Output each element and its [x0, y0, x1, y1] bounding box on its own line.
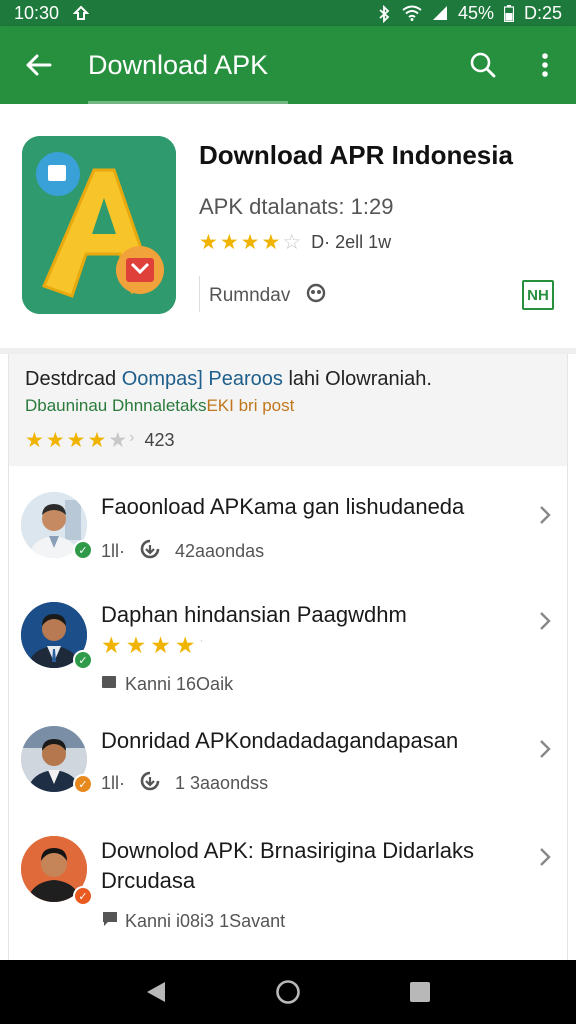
verified-check-icon: ✓	[73, 650, 93, 670]
signal-label: 1ll·	[101, 541, 126, 561]
star-icon: ★	[87, 429, 107, 452]
list-item-count: 42aaondas	[175, 541, 265, 561]
download-status-icon	[139, 770, 161, 797]
verified-check-icon: ✓	[73, 774, 93, 794]
triangle-back-icon	[147, 982, 165, 1002]
chevron-right-icon[interactable]	[535, 734, 555, 764]
summary-card: Destdrcad Oompas] Pearoos lahi Olowrania…	[8, 354, 568, 466]
battery-percent: 45%	[457, 2, 494, 23]
nav-recents-button[interactable]	[400, 972, 440, 1012]
list-item[interactable]: ✓ Downolod APK: Brnasirigina Didarlaks D…	[9, 814, 569, 960]
divider	[199, 276, 200, 312]
star-icon: ★	[25, 429, 44, 452]
star-icon: ★	[45, 429, 65, 452]
bluetooth-icon	[376, 4, 392, 24]
wifi-icon	[402, 5, 422, 21]
circle-home-icon	[276, 980, 300, 1004]
list-item[interactable]: ✓ Faoonload APKama gan lishudaneda 1ll· …	[9, 466, 569, 582]
app-subtitle: APK dtalanats: 1:29	[199, 194, 394, 219]
list-item-title: Downolod APK: Brnasirigina Didarlaks Drc…	[101, 838, 474, 893]
list-item-count: Kanni 16Oaik	[125, 674, 234, 694]
status-time: 10:30	[14, 2, 60, 23]
comment-icon	[101, 910, 119, 933]
status-bar: 10:30 45% D:25	[0, 0, 576, 26]
app-bar: Download APK	[0, 26, 576, 104]
rating-count: D· 2ell 1w	[311, 232, 392, 252]
summary-line-1: Destdrcad Oompas] Pearoos lahi Olowrania…	[25, 368, 432, 390]
summary-rating: ★ ★ ★ ★ ★ › 423	[25, 429, 175, 452]
list-item[interactable]: ✓ Donridad APKondadadagandapasan 1ll· 1 …	[9, 706, 569, 814]
list-item-meta: 1ll· 42aaondas	[101, 538, 264, 565]
star-icon: ★	[150, 632, 171, 658]
install-badge[interactable]: NH	[522, 280, 554, 310]
app-bar-title: Download APK	[88, 49, 269, 80]
list-item-meta: Kanni i08i3 1Savant	[101, 910, 285, 933]
summary-rating-count: 423	[144, 430, 175, 450]
star-icon: ★	[261, 231, 281, 254]
arrow-back-icon	[26, 54, 52, 76]
battery-icon	[503, 5, 515, 23]
list-item[interactable]: ✓ Daphan hindansian Paagwdhm ★ ★ ★ ★ · K…	[9, 582, 569, 706]
star-icon: ★	[199, 231, 218, 254]
star-icon: ★	[174, 632, 196, 658]
signal-label: 1ll·	[101, 773, 126, 793]
app-meta-label: Rumndav	[209, 285, 291, 306]
star-outline-icon: ☆	[282, 231, 302, 254]
system-nav-bar	[0, 960, 576, 1024]
rating-stars: ★ ★ ★ ★ ★ ›	[25, 429, 135, 452]
app-rating: ★ ★ ★ ★ ☆ D· 2ell 1w	[199, 232, 391, 253]
back-button[interactable]	[0, 26, 76, 104]
folder-icon	[101, 674, 117, 695]
notification-icon	[72, 5, 90, 21]
status-clock: D:25	[523, 2, 562, 23]
list-item-meta: 1ll· 1 3aaondss	[101, 770, 268, 797]
star-dot-icon: ·	[199, 633, 204, 647]
arrow-icon: ›	[129, 429, 135, 446]
list-item-title: Faoonload APKama gan lishudaneda	[101, 494, 465, 519]
star-icon: ★	[240, 231, 260, 254]
download-status-icon	[139, 538, 161, 565]
list-item-meta: Kanni 16Oaik	[101, 674, 233, 695]
square-recents-icon	[410, 982, 430, 1002]
star-icon: ★	[66, 429, 86, 452]
list-item-stars: ★ ★ ★ ★ ·	[101, 634, 204, 657]
list-item-count: 1 3aaondss	[175, 773, 269, 793]
star-icon: ★	[219, 231, 239, 254]
chevron-right-icon[interactable]	[535, 500, 555, 530]
search-button[interactable]	[452, 26, 514, 104]
app-icon[interactable]	[22, 136, 176, 314]
chevron-right-icon[interactable]	[535, 842, 555, 872]
chevron-right-icon[interactable]	[535, 606, 555, 636]
list-item-title: Daphan hindansian Paagwdhm	[101, 602, 407, 627]
verified-check-icon: ✓	[73, 886, 93, 906]
app-meta: Rumndav	[209, 282, 328, 310]
list-item-count: Kanni i08i3 1Savant	[125, 911, 286, 931]
summary-line-2: Dbauninau DhnnaletaksEKI bri post	[25, 396, 295, 415]
overflow-menu-button[interactable]	[514, 26, 576, 104]
app-list: ✓ Faoonload APKama gan lishudaneda 1ll· …	[8, 466, 568, 960]
star-outline-icon: ★	[108, 429, 128, 452]
more-vert-icon	[542, 53, 548, 77]
share-icon[interactable]	[304, 282, 328, 310]
rating-stars: ★ ★ ★ ★ ☆	[199, 232, 301, 253]
cell-signal-icon	[432, 5, 448, 21]
verified-check-icon: ✓	[73, 540, 93, 560]
rating-stars: ★ ★ ★ ★ ·	[101, 634, 204, 657]
list-item-title: Donridad APKondadadagandapasan	[101, 728, 459, 753]
star-icon: ★	[101, 632, 122, 658]
app-name: Download APR Indonesia	[199, 140, 513, 170]
star-icon: ★	[125, 632, 147, 658]
app-header: Download APR Indonesia APK dtalanats: 1:…	[0, 104, 576, 350]
nav-back-button[interactable]	[136, 972, 176, 1012]
nav-home-button[interactable]	[268, 972, 308, 1012]
search-icon	[470, 52, 496, 78]
